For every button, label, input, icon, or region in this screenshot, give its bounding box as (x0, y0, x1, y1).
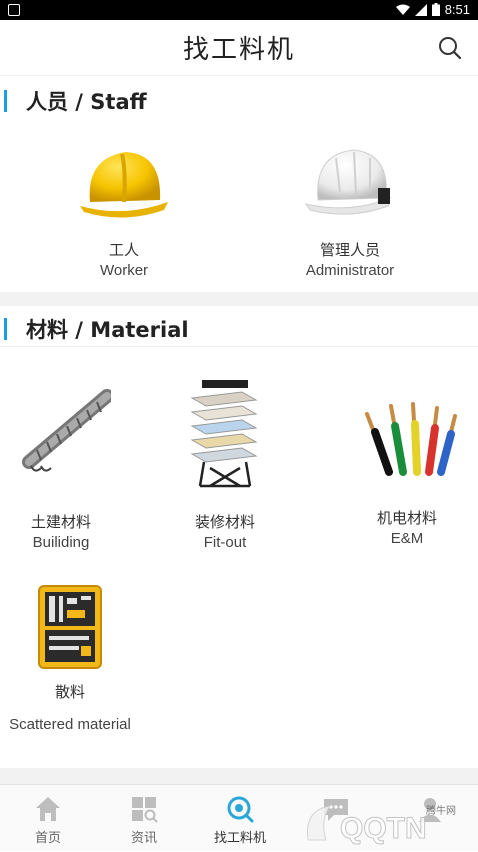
em-material-tile[interactable]: 机电材料 E&M (352, 396, 462, 550)
electric-wires-icon (355, 396, 459, 480)
fitout-material-tile[interactable]: 装修材料 Fit-out (168, 378, 282, 554)
nav-label: 找工料机 (213, 831, 266, 846)
clock: 8:51 (444, 2, 470, 17)
nav-label: 首页 (34, 831, 61, 846)
tile-label-cn: 工人 (108, 241, 139, 259)
section-title: 人员 / Staff (26, 90, 147, 114)
yellow-helmet-icon (76, 140, 172, 226)
tile-label-en: Scattered material (9, 716, 131, 733)
nav-news[interactable]: 资讯 (96, 785, 192, 852)
staff-section-header: 人员 / Staff (0, 80, 478, 120)
material-section-header: 材料 / Material (0, 308, 478, 348)
tile-label-en: Builiding (32, 534, 90, 551)
administrator-tile[interactable]: 管理人员 Administrator (282, 140, 418, 282)
qqtn-watermark: QQTN 腾牛网 (300, 800, 470, 848)
toolbox-icon (37, 584, 103, 670)
tile-label-cn: 机电材料 (376, 509, 437, 527)
search-button[interactable] (436, 34, 464, 62)
watermark-subtext: 腾牛网 (426, 804, 456, 817)
wifi-icon (395, 4, 410, 15)
rebar-cage-icon (11, 380, 114, 480)
nav-find[interactable]: 找工料机 (192, 785, 288, 852)
scattered-material-tile[interactable]: 散料 Scattered material (0, 584, 140, 736)
signal-icon (414, 3, 427, 16)
notification-icon (8, 4, 20, 16)
status-bar: 8:51 (0, 0, 478, 20)
tile-label-cn: 散料 (54, 683, 85, 701)
section-accent-bar (4, 90, 7, 112)
tile-label-en: E&M (390, 530, 424, 547)
battery-icon (431, 3, 440, 16)
nav-label: 资讯 (130, 831, 157, 846)
watermark-text: QQTN (340, 812, 427, 845)
header-underline (0, 346, 478, 347)
white-helmet-icon (302, 140, 398, 226)
nav-home[interactable]: 首页 (0, 785, 96, 852)
search-icon (439, 37, 462, 60)
status-icons: 8:51 (395, 2, 470, 17)
building-material-tile[interactable]: 土建材料 Builiding (6, 380, 116, 554)
tile-label-cn: 管理人员 (319, 241, 380, 259)
find-icon (226, 795, 254, 823)
tile-label-cn: 装修材料 (194, 513, 255, 531)
tile-label-en: Fit-out (203, 534, 247, 551)
section-accent-bar (4, 318, 7, 340)
tile-display-rack-icon (190, 378, 260, 492)
tile-label-en: Administrator (305, 262, 395, 279)
section-divider (0, 768, 478, 784)
tile-label-cn: 土建材料 (30, 513, 91, 531)
section-title: 材料 / Material (26, 318, 189, 342)
news-icon (130, 795, 158, 823)
section-divider (0, 292, 478, 306)
home-icon (34, 795, 62, 823)
tile-label-en: Worker (99, 262, 149, 279)
page-title: 找工料机 (182, 35, 295, 65)
app-bar: 找工料机 (0, 20, 478, 76)
worker-tile[interactable]: 工人 Worker (62, 140, 186, 282)
